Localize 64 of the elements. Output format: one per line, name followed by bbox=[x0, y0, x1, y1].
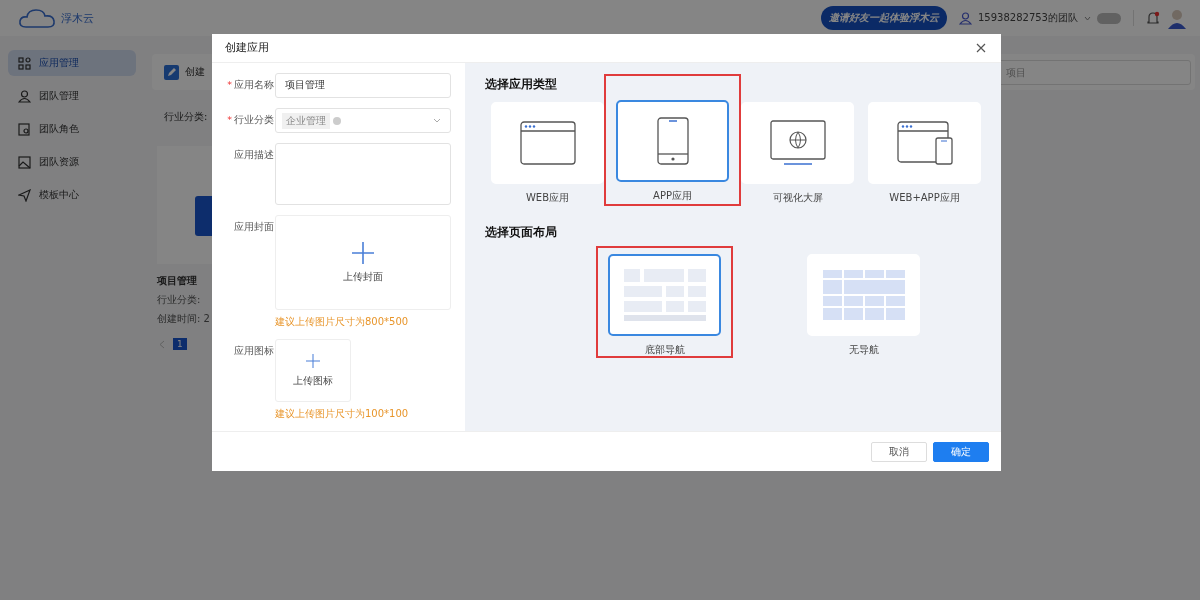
field-label: 应用封面 bbox=[234, 221, 274, 234]
sidebar-item[interactable]: 团队角色 bbox=[8, 116, 136, 142]
app-cover-icon bbox=[195, 196, 215, 236]
app-created-time: 创建时间: 2 bbox=[157, 312, 210, 326]
logo[interactable]: 浮木云 bbox=[18, 7, 94, 29]
field-label: 应用图标 bbox=[234, 345, 274, 358]
phone-icon bbox=[656, 117, 689, 165]
upload-area[interactable]: 上传封面 bbox=[275, 215, 451, 310]
field-label: 应用名称 bbox=[234, 79, 274, 92]
caret-icon bbox=[1084, 15, 1091, 21]
browser-and-phone-icon bbox=[896, 121, 953, 165]
id-card-icon bbox=[18, 122, 31, 136]
sidebar-item[interactable]: 模板中心 bbox=[8, 182, 136, 208]
cancel-button[interactable]: 取消 bbox=[871, 441, 927, 462]
layout-card[interactable] bbox=[608, 254, 721, 336]
field-label: 应用描述 bbox=[234, 149, 274, 162]
layout-label: 无导航 bbox=[848, 343, 879, 356]
dialog-title: 创建应用 bbox=[225, 41, 269, 55]
sidebar-item[interactable]: 团队管理 bbox=[8, 83, 136, 109]
upload-area[interactable]: 上传图标 bbox=[275, 339, 351, 402]
plus-icon bbox=[352, 241, 374, 264]
app-type-label: WEB+APP应用 bbox=[889, 191, 960, 204]
industry-tag: 企业管理 bbox=[282, 112, 330, 129]
plus-icon bbox=[306, 353, 320, 368]
app-type-card[interactable] bbox=[616, 100, 729, 182]
industry-select[interactable]: 企业管理 bbox=[275, 108, 451, 133]
app-type-label: WEB应用 bbox=[525, 191, 570, 204]
section-title: 选择页面布局 bbox=[485, 225, 558, 240]
paper-plane-icon bbox=[18, 188, 31, 202]
filter-label: 行业分类: bbox=[164, 110, 208, 124]
layout-label: 底部导航 bbox=[644, 343, 685, 356]
close-icon[interactable] bbox=[976, 43, 986, 53]
app-type-label: APP应用 bbox=[653, 189, 692, 202]
upload-hint: 建议上传图片尺寸为100*100 bbox=[275, 407, 410, 421]
page-button[interactable]: 1 bbox=[173, 338, 187, 350]
create-button[interactable]: 创建 bbox=[164, 64, 205, 80]
plan-badge bbox=[1097, 12, 1121, 24]
person-icon bbox=[18, 89, 31, 103]
confirm-button[interactable]: 确定 bbox=[933, 441, 989, 462]
cloud-icon bbox=[18, 7, 58, 29]
app-industry: 行业分类: bbox=[157, 293, 201, 307]
app-type-label: 可视化大屏 bbox=[772, 191, 823, 204]
grid-icon bbox=[18, 56, 31, 70]
app-title: 项目管理 bbox=[157, 274, 197, 288]
sidebar-item[interactable]: 应用管理 bbox=[8, 50, 136, 76]
required-mark: * bbox=[227, 114, 232, 127]
team-icon bbox=[959, 11, 972, 25]
upload-hint: 建议上传图片尺寸为800*500 bbox=[275, 315, 410, 329]
section-title: 选择应用类型 bbox=[485, 77, 558, 92]
image-icon bbox=[18, 155, 31, 169]
upload-label: 上传封面 bbox=[343, 269, 383, 284]
sidebar-item[interactable]: 团队资源 bbox=[8, 149, 136, 175]
monitor-globe-icon bbox=[769, 120, 826, 166]
team-name[interactable]: 15938282753的团队 bbox=[978, 11, 1078, 25]
avatar[interactable] bbox=[1166, 7, 1188, 29]
bell-icon[interactable] bbox=[1146, 10, 1160, 26]
browser-window-icon bbox=[519, 121, 576, 165]
chevron-down-icon bbox=[433, 118, 441, 123]
required-mark: * bbox=[227, 79, 232, 92]
pencil-icon bbox=[164, 64, 179, 80]
name-input[interactable]: 项目管理 bbox=[275, 73, 451, 98]
invite-button[interactable]: 邀请好友一起体验浮木云 bbox=[821, 6, 947, 30]
field-label: 行业分类 bbox=[234, 114, 274, 127]
upload-label: 上传图标 bbox=[293, 373, 333, 388]
